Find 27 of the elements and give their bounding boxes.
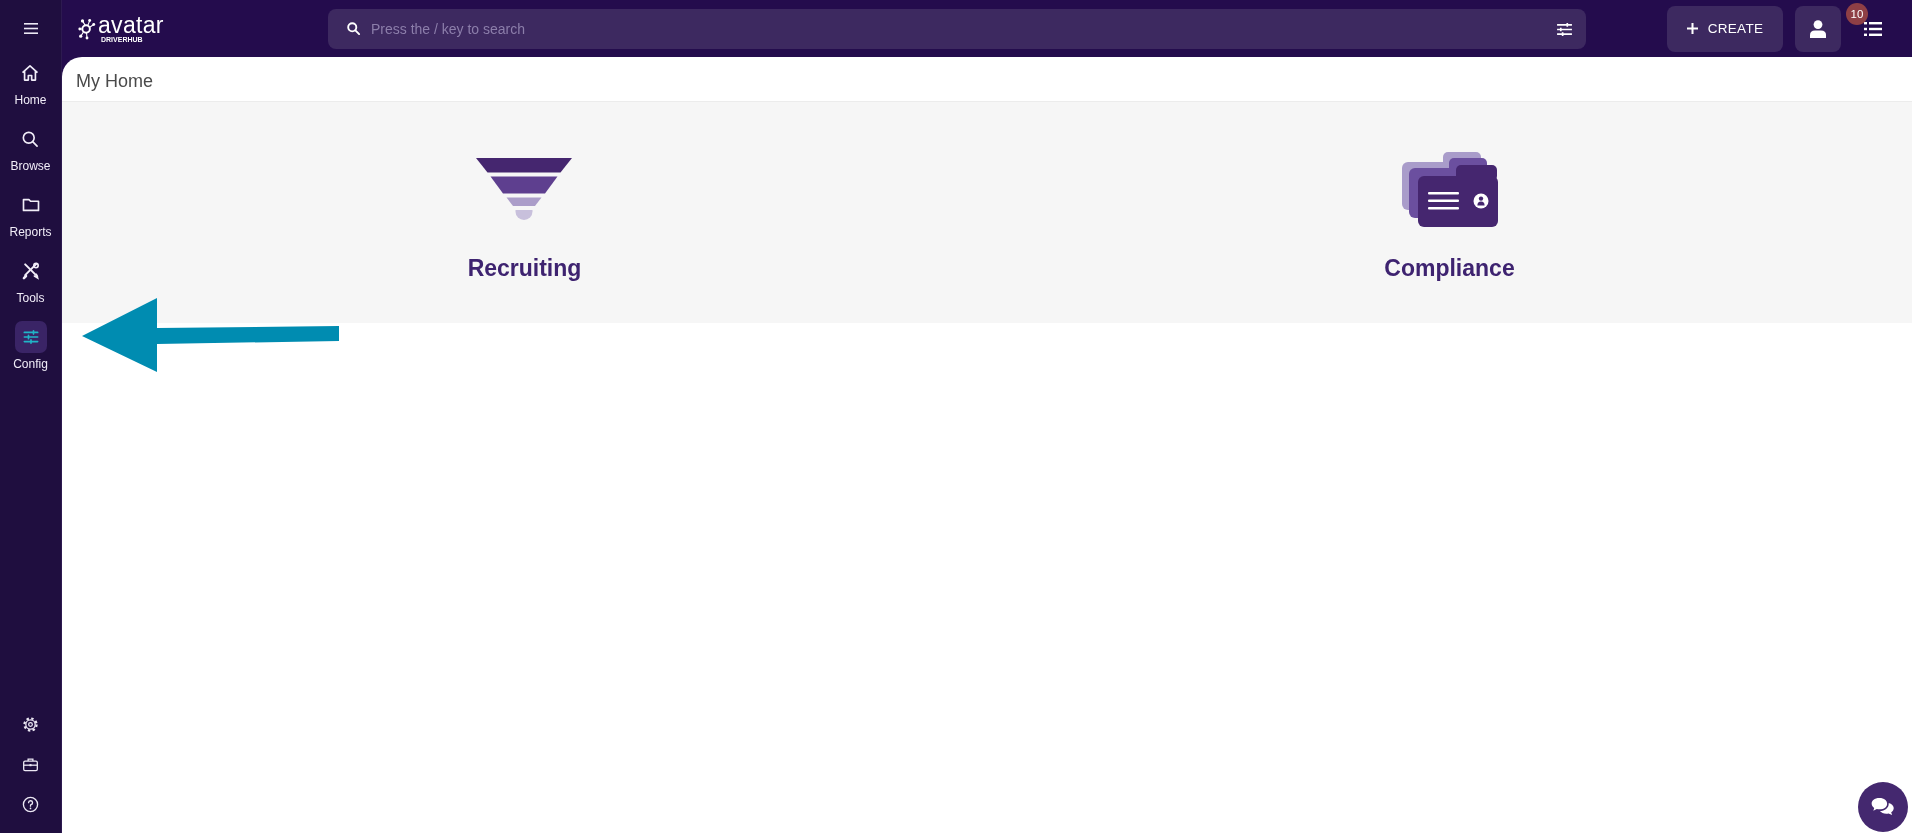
page-title: My Home (76, 70, 153, 92)
sidebar-item[interactable]: Home (14, 57, 47, 107)
briefcase-icon[interactable] (22, 756, 39, 772)
create-button[interactable]: CREATE (1667, 5, 1783, 52)
sidebar-item[interactable]: Tools (14, 255, 47, 305)
search-field[interactable]: Press the / key to search (328, 8, 1586, 49)
logo-icon (78, 17, 96, 40)
sidebar-item[interactable]: Browse (10, 123, 51, 173)
search-icon (346, 20, 361, 36)
notification-badge: 10 (1846, 2, 1868, 25)
module-tile[interactable]: Compliance (1384, 151, 1515, 283)
folder-icon (1401, 151, 1498, 227)
sidebar-item[interactable]: Config (13, 321, 48, 371)
funnel-icon (476, 158, 573, 220)
sliders-icon (14, 321, 47, 353)
account-button[interactable] (1795, 5, 1841, 52)
settings-icon[interactable] (22, 715, 39, 733)
help-icon[interactable] (22, 795, 39, 813)
list-icon[interactable] (1864, 21, 1882, 36)
sliders-icon[interactable] (1557, 22, 1572, 36)
sidebar-item[interactable]: Reports (9, 189, 52, 239)
chat-icon (1871, 797, 1895, 817)
module-tile[interactable]: Recruiting (467, 151, 582, 283)
plus-icon (1686, 23, 1698, 34)
person-icon (1810, 19, 1826, 38)
logo-wordmark: avatar (98, 13, 164, 36)
menu-icon[interactable] (23, 23, 38, 34)
